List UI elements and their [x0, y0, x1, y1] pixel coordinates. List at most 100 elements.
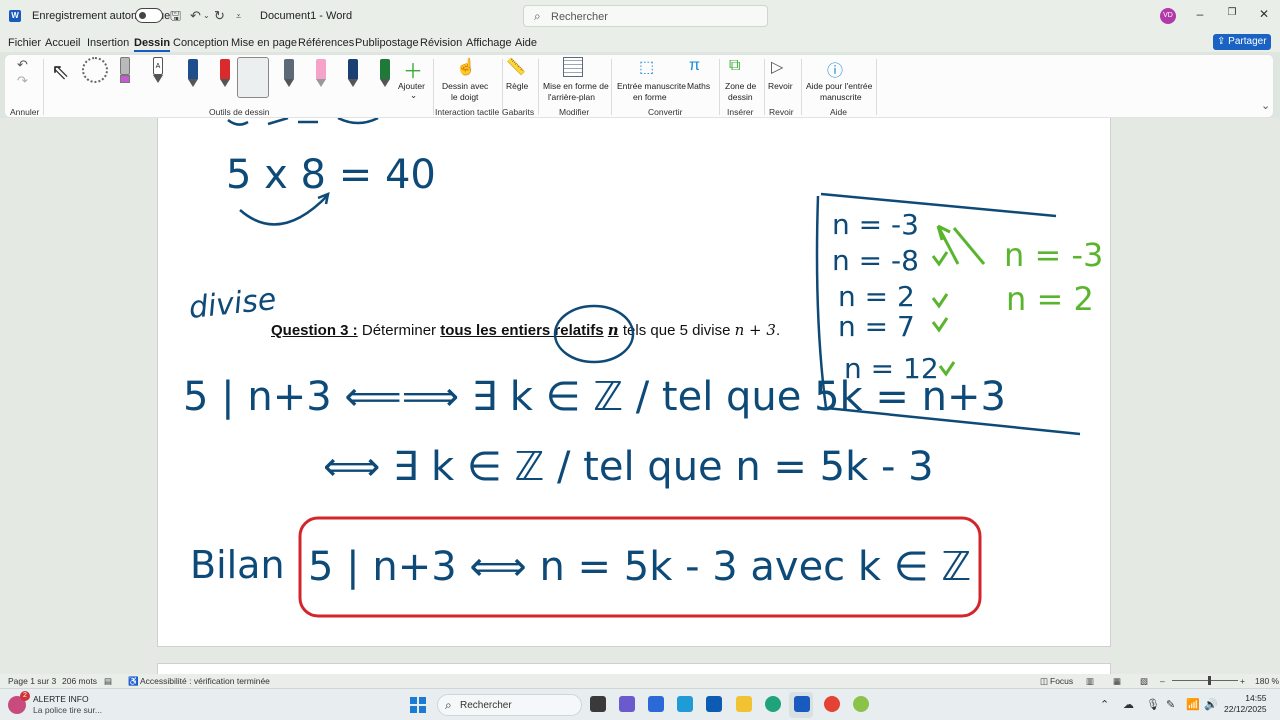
tab-conception[interactable]: Conception [173, 37, 229, 49]
read-mode-icon[interactable]: ▥ [1086, 676, 1094, 687]
minimize-icon[interactable]: – [1190, 7, 1210, 21]
redo-icon[interactable]: ↷ [17, 73, 28, 89]
tab-aide[interactable]: Aide [515, 37, 537, 49]
replay-icon[interactable]: ▷ [771, 57, 783, 77]
focus-button[interactable]: Focus [1050, 676, 1073, 686]
microphone-icon[interactable]: 🎙 [1146, 698, 1160, 711]
chevron-down-icon[interactable]: ⌄ [410, 90, 417, 101]
accessibility-icon: ♿ [128, 676, 139, 686]
tab-revision[interactable]: Révision [420, 37, 462, 49]
taskbar: 2 ALERTE INFO La police tire sur... ⌕ Re… [0, 688, 1280, 720]
mise-en-forme-label-1[interactable]: Mise en forme de [543, 81, 609, 92]
aide-label-1[interactable]: Aide pour l'entrée [806, 81, 872, 92]
teams-icon[interactable] [619, 696, 635, 712]
background-format-icon[interactable] [563, 57, 583, 77]
entree-label-2[interactable]: en forme [633, 92, 667, 103]
time: 14:55 [1245, 693, 1267, 703]
regle-label[interactable]: Règle [506, 81, 528, 92]
undo-icon[interactable]: ↶ [17, 57, 28, 73]
pen-gray[interactable] [282, 59, 296, 87]
show-hidden-icons[interactable]: ⌃ [1100, 698, 1109, 711]
proofing-icon[interactable]: ▤ [104, 676, 112, 687]
onedrive-icon[interactable]: ☁ [1123, 698, 1134, 711]
wifi-icon[interactable]: 📶 [1186, 698, 1200, 711]
pen-darkblue[interactable] [346, 59, 360, 87]
accessibility-status[interactable]: Accessibilité : vérification terminée [140, 676, 270, 686]
store-icon[interactable] [648, 696, 664, 712]
collapse-ribbon-icon[interactable]: ⌄ [1261, 99, 1270, 112]
tab-affichage[interactable]: Affichage [466, 37, 512, 49]
customize-toolbar-icon[interactable]: ⩡ [236, 8, 241, 24]
dessin-doigt-label-2[interactable]: le doigt [451, 92, 478, 103]
zoom-out-icon[interactable]: – [1160, 676, 1165, 686]
undo-dropdown-icon[interactable]: ⌄ [203, 8, 210, 24]
maximize-icon[interactable]: ❐ [1222, 7, 1242, 18]
redo-icon[interactable]: ↻ [214, 8, 225, 24]
action-pen-icon[interactable]: A [151, 57, 165, 87]
ribbon: ↶ ↷ Annuler ⇖ A ＋ Ajouter ⌄ Outils de de… [4, 54, 1274, 118]
word-taskbar-icon[interactable] [794, 696, 810, 712]
add-pen-icon[interactable]: ＋ [403, 55, 423, 84]
edge-icon[interactable] [765, 696, 781, 712]
mise-en-forme-label-2[interactable]: l'arrière-plan [548, 92, 595, 103]
zoom-in-icon[interactable]: + [1240, 676, 1245, 686]
ruler-icon[interactable]: 📏 [506, 57, 526, 77]
tab-references[interactable]: Références [298, 37, 354, 49]
alert-title[interactable]: ALERTE INFO [33, 694, 89, 704]
undo-icon[interactable]: ↶ [190, 8, 201, 24]
aide-label-2[interactable]: manuscrite [820, 92, 862, 103]
entree-label-1[interactable]: Entrée manuscrite [617, 81, 686, 92]
save-icon[interactable]: 🖫 [170, 8, 181, 24]
alert-subtitle[interactable]: La police tire sur... [33, 705, 102, 715]
zoom-slider-thumb[interactable] [1208, 676, 1211, 685]
highlighter-pink[interactable] [314, 59, 328, 87]
app-icon[interactable] [853, 696, 869, 712]
zoom-slider[interactable] [1172, 676, 1238, 685]
start-icon[interactable] [410, 697, 426, 713]
chrome-icon[interactable] [824, 696, 840, 712]
close-icon[interactable]: ✕ [1254, 7, 1274, 21]
task-view-icon[interactable] [590, 696, 606, 712]
web-layout-icon[interactable]: ▧ [1140, 676, 1148, 687]
tab-publipostage[interactable]: Publipostage [355, 37, 419, 49]
tab-insertion[interactable]: Insertion [87, 37, 129, 49]
dessin-doigt-label-1[interactable]: Dessin avec [442, 81, 488, 92]
zone-label-1[interactable]: Zone de [725, 81, 756, 92]
finger-draw-icon[interactable]: ☝ [456, 57, 476, 77]
outlook-icon[interactable] [706, 696, 722, 712]
ink-to-shape-icon[interactable]: ⬚ [639, 57, 654, 77]
taskbar-search[interactable]: ⌕ Rechercher [437, 694, 582, 716]
document-page[interactable]: Question 3 : Déterminer tous les entiers… [157, 118, 1111, 647]
word-count[interactable]: 206 mots [62, 676, 97, 686]
math-icon[interactable]: π [689, 57, 700, 75]
status-bar: Page 1 sur 3 206 mots ▤ ♿ Accessibilité … [0, 674, 1280, 688]
tab-fichier[interactable]: Fichier [8, 37, 41, 49]
selected-pen-frame [237, 57, 269, 98]
clock[interactable]: 14:55 22/12/2025 [1224, 693, 1267, 715]
eraser-icon[interactable] [118, 57, 132, 85]
pen-red[interactable] [218, 59, 232, 87]
select-cursor-icon[interactable]: ⇖ [51, 59, 69, 85]
zone-label-2[interactable]: dessin [728, 92, 753, 103]
help-icon[interactable]: ⓘ [827, 57, 843, 81]
lasso-select-icon[interactable] [82, 57, 108, 83]
tab-mise-en-page[interactable]: Mise en page [231, 37, 297, 49]
pen-darkgreen[interactable] [378, 59, 392, 87]
share-button[interactable]: ⇪ Partager ⌄ [1213, 34, 1271, 63]
tab-accueil[interactable]: Accueil [45, 37, 80, 49]
print-layout-icon[interactable]: ▦ [1113, 676, 1121, 687]
avatar[interactable]: VD [1160, 8, 1176, 24]
pen-navy[interactable] [186, 59, 200, 87]
page-count[interactable]: Page 1 sur 3 [8, 676, 56, 686]
tab-dessin[interactable]: Dessin [134, 37, 171, 52]
file-explorer-icon[interactable] [736, 696, 752, 712]
zoom-level[interactable]: 180 % [1255, 676, 1279, 686]
search-input[interactable]: ⌕ Rechercher [523, 5, 768, 27]
revoir-button-label[interactable]: Revoir [768, 81, 793, 92]
photos-icon[interactable] [677, 696, 693, 712]
pen-icon[interactable]: ✎ [1166, 698, 1175, 711]
volume-icon[interactable]: 🔊 [1204, 698, 1218, 711]
autosave-toggle[interactable] [135, 8, 163, 23]
drawing-canvas-icon[interactable]: ⧉ [729, 57, 740, 75]
maths-label[interactable]: Maths [687, 81, 710, 92]
